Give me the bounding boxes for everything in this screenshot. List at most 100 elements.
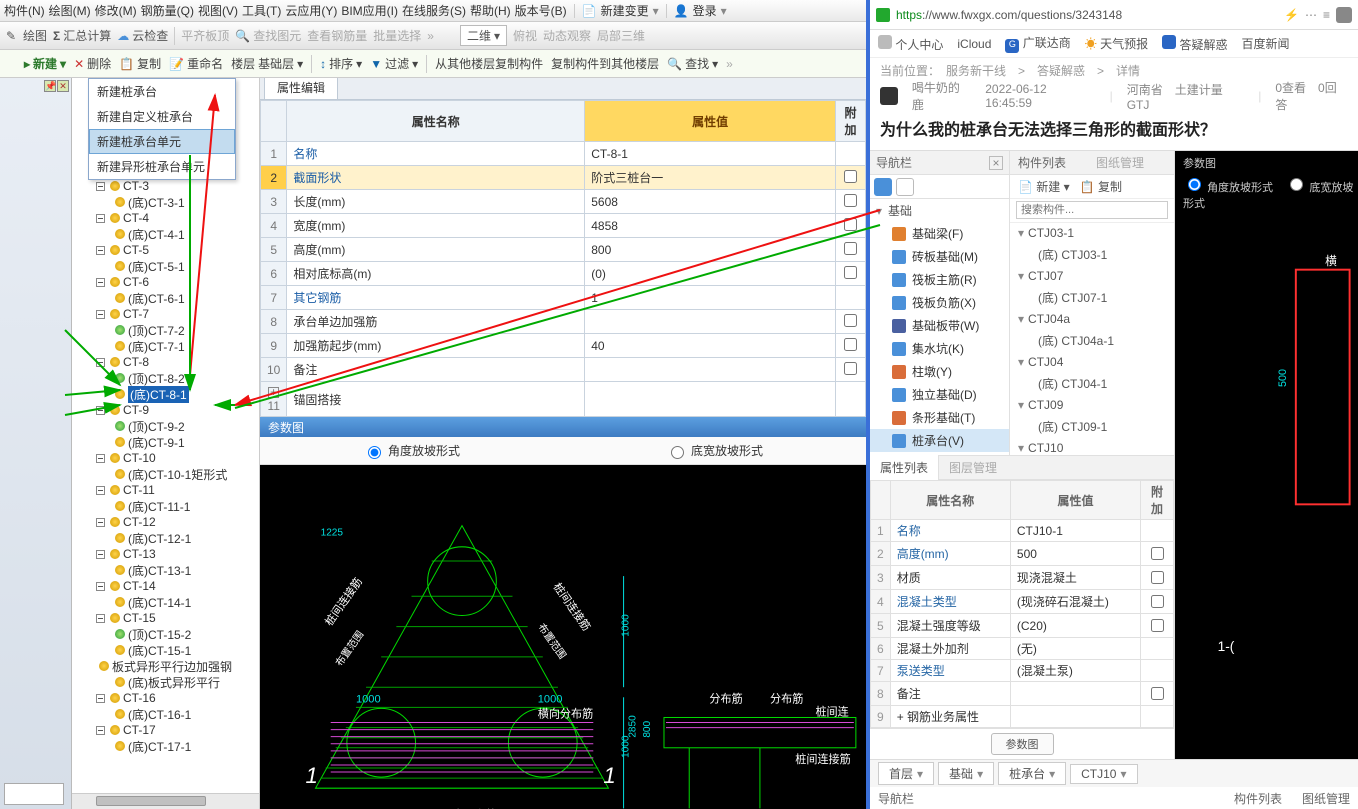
tree-node[interactable]: CT-13 — [72, 546, 259, 562]
ctype-group[interactable]: ▾CTJ09 — [1010, 395, 1174, 415]
tree-node[interactable]: CT-4 — [72, 210, 259, 226]
tree-node[interactable]: (底)CT-3-1 — [72, 194, 259, 210]
nav-mode-list[interactable] — [874, 178, 892, 196]
menu-ht[interactable]: 绘图(M) — [49, 2, 91, 19]
menu-bim[interactable]: BIM应用(I) — [341, 2, 398, 19]
btn-copy-from-floor[interactable]: 从其他楼层复制构件 — [435, 55, 543, 72]
tree-node[interactable]: CT-17 — [72, 722, 259, 738]
menu-zx[interactable]: 在线服务(S) — [402, 2, 466, 19]
tree-node[interactable]: CT-15 — [72, 610, 259, 626]
ctype-tree[interactable]: ▾CTJ03-1(底) CTJ03-1▾CTJ07(底) CTJ07-1▾CTJ… — [1010, 223, 1174, 455]
tree-node[interactable]: CT-5 — [72, 242, 259, 258]
bm-dyjh[interactable]: 答疑解惑 — [1162, 35, 1227, 53]
wb-prop-row[interactable]: 5混凝土强度等级(C20) — [871, 614, 1174, 638]
nav-item[interactable]: 基础板带(W) — [870, 314, 1009, 337]
tool-cloud-check[interactable]: ☁云检查 — [117, 27, 168, 44]
wb-prop-row[interactable]: 1名称CTJ10-1 — [871, 520, 1174, 542]
tree-node[interactable]: CT-14 — [72, 578, 259, 594]
wb-prop-row[interactable]: 4混凝土类型(现浇碎石混凝土) — [871, 590, 1174, 614]
btn-del[interactable]: ✕ 删除 — [74, 55, 111, 72]
close-icon[interactable]: ✕ — [57, 80, 69, 92]
nav-item[interactable]: 独立基础(D) — [870, 383, 1009, 406]
tool-flat[interactable]: 平齐板顶 — [181, 27, 229, 44]
tree-node[interactable]: CT-9 — [72, 402, 259, 418]
tree-node[interactable]: (底)CT-9-1 — [72, 434, 259, 450]
tree-node[interactable]: (底)CT-11-1 — [72, 498, 259, 514]
wb-prop-row[interactable]: 2高度(mm)500 — [871, 542, 1174, 566]
nav-item[interactable]: 砖板基础(M) — [870, 245, 1009, 268]
bm-personal[interactable]: 个人中心 — [878, 35, 943, 53]
tree-node[interactable]: CT-8 — [72, 354, 259, 370]
ctype-item[interactable]: (底) CTJ09-1 — [1010, 415, 1174, 438]
tool-batch-sel[interactable]: 批量选择 — [373, 27, 421, 44]
wb-viewport[interactable]: 参数图 角度放坡形式 底宽放坡形式 横 500 1-( — [1175, 151, 1358, 759]
bm-baidu[interactable]: 百度新闻 — [1241, 35, 1289, 52]
menu-bb[interactable]: 版本号(B) — [515, 2, 567, 19]
bookmarks-bar[interactable]: 个人中心 iCloud G 广联达商 ☀ 天气预报 答疑解惑 百度新闻 — [870, 30, 1358, 58]
tool-find-ele[interactable]: 🔍查找图元 — [235, 27, 301, 44]
menu-new-yxzctdy[interactable]: 新建异形桩承台单元 — [89, 154, 235, 179]
ctype-item[interactable]: (底) CTJ07-1 — [1010, 286, 1174, 309]
tree-node[interactable]: (顶)CT-8-2 — [72, 370, 259, 386]
nav-item[interactable]: 筏板主筋(R) — [870, 268, 1009, 291]
nav-item[interactable]: 桩承台(V) — [870, 429, 1009, 452]
menu-gj2[interactable]: 工具(T) — [242, 2, 281, 19]
ctype-group[interactable]: ▾CTJ04 — [1010, 352, 1174, 372]
ctype-item[interactable]: (底) CTJ04-1 — [1010, 372, 1174, 395]
tree-node[interactable]: (底)CT-6-1 — [72, 290, 259, 306]
btn-filter[interactable]: ▼ 过滤 ▾ — [370, 55, 418, 72]
menubar[interactable]: 构件(N) 绘图(M) 修改(M) 钢筋量(Q) 视图(V) 工具(T) 云应用… — [0, 0, 866, 22]
bm-icloud[interactable]: iCloud — [957, 37, 991, 51]
wb-prop-row[interactable]: 8备注 — [871, 682, 1174, 706]
tree-node[interactable]: (顶)CT-15-2 — [72, 626, 259, 642]
more-icon[interactable]: ⋯ — [1305, 8, 1317, 22]
tool-orbit[interactable]: 动态观察 — [543, 27, 591, 44]
address-bar[interactable]: https://www.fwxgx.com/questions/3243148 … — [870, 0, 1358, 30]
tool-local3d[interactable]: 局部三维 — [597, 27, 645, 44]
btn-copy-to-floor[interactable]: 复制构件到其他楼层 — [551, 55, 659, 72]
radio-angle-slope[interactable]: 角度放坡形式 — [363, 442, 460, 459]
btn-new[interactable]: ▸ 新建 ▾ — [24, 55, 66, 72]
tree-node[interactable]: (底)CT-5-1 — [72, 258, 259, 274]
tree-node[interactable]: (底)CT-12-1 — [72, 530, 259, 546]
nav-mode-grid[interactable] — [896, 178, 914, 196]
menu-login[interactable]: 登录 — [693, 2, 717, 19]
seg-cat[interactable]: 基础▾ — [938, 762, 994, 785]
menu-new-zctdy[interactable]: 新建桩承台单元 — [89, 129, 235, 154]
btn-find[interactable]: 🔍 查找 ▾ — [667, 55, 718, 72]
tree-node[interactable]: (顶)CT-9-2 — [72, 418, 259, 434]
tree-node[interactable]: (底)CT-4-1 — [72, 226, 259, 242]
nav-item[interactable]: 筏板负筋(X) — [870, 291, 1009, 314]
seg-type[interactable]: 桩承台▾ — [998, 762, 1066, 785]
tree-node[interactable]: CT-12 — [72, 514, 259, 530]
tree-node[interactable]: CT-3 — [72, 178, 259, 194]
btn-rename[interactable]: 📝 重命名 — [169, 55, 223, 72]
prop-row[interactable]: 2截面形状阶式三桩台一 — [261, 166, 866, 190]
lightning-icon[interactable]: ⚡ — [1284, 8, 1299, 22]
prop-row[interactable]: 10备注 — [261, 358, 866, 382]
ctype-group[interactable]: ▾CTJ07 — [1010, 266, 1174, 286]
tab-ctype-list[interactable]: 构件列表 — [1018, 154, 1066, 171]
menu-yy[interactable]: 云应用(Y) — [285, 2, 337, 19]
nav-item[interactable]: 集水坑(K) — [870, 337, 1009, 360]
wb-prop-row[interactable]: 3材质现浇混凝土 — [871, 566, 1174, 590]
menu-xg[interactable]: 修改(M) — [95, 2, 137, 19]
nav-item[interactable]: 基础梁(F) — [870, 222, 1009, 245]
tree-node[interactable]: CT-16 — [72, 690, 259, 706]
radio-wb-angle[interactable]: 角度放坡形式 — [1183, 182, 1273, 194]
combo-floor[interactable]: 楼层 基础层 ▾ — [231, 55, 303, 72]
tool-sum[interactable]: Σ 汇总计算 — [53, 27, 111, 44]
prop-row[interactable]: 6相对底标高(m)(0) — [261, 262, 866, 286]
ft-nav[interactable]: 导航栏 — [878, 790, 914, 807]
pin-icon[interactable]: 📌 — [44, 80, 56, 92]
prop-row[interactable]: 7其它钢筋1 — [261, 286, 866, 310]
tree-node[interactable]: (底)CT-15-1 — [72, 642, 259, 658]
prop-row[interactable]: 9加强筋起步(mm)40 — [261, 334, 866, 358]
tree-node[interactable]: (顶)CT-7-2 — [72, 322, 259, 338]
tab-layer-mgr[interactable]: 图层管理 — [939, 455, 1007, 480]
prop-row[interactable]: 1名称CT-8-1 — [261, 142, 866, 166]
nav-item[interactable]: 柱墩(Y) — [870, 360, 1009, 383]
tree-node[interactable]: CT-10 — [72, 450, 259, 466]
grid-icon[interactable] — [1336, 7, 1352, 23]
tree-node[interactable]: (底)CT-14-1 — [72, 594, 259, 610]
